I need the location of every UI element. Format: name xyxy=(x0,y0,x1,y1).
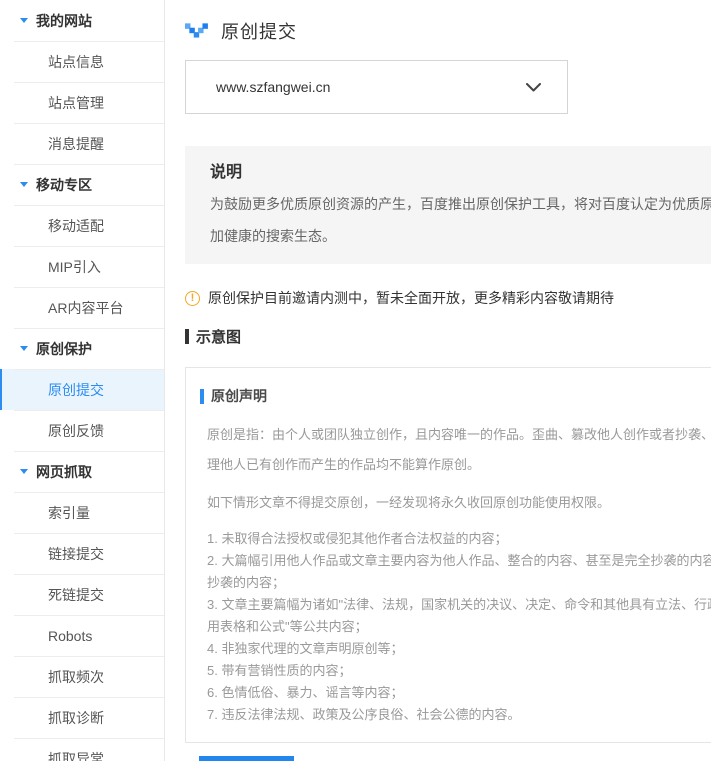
sidebar-label: 链接提交 xyxy=(48,544,104,564)
caret-down-icon xyxy=(20,469,28,474)
sidebar-section-11[interactable]: 网页抓取 xyxy=(0,451,164,492)
sidebar-item-7[interactable]: AR内容平台 xyxy=(0,287,164,328)
explanation-line: 加健康的搜索生态。 xyxy=(210,220,711,252)
invite-notice-text: 原创保护目前邀请内测中，暂未全面开放，更多精彩内容敬请期待 xyxy=(208,288,614,308)
demo-rule-line: 6. 色情低俗、暴力、谣言等内容； xyxy=(207,682,711,704)
sidebar-item-13[interactable]: 链接提交 xyxy=(0,533,164,574)
sidebar-label: AR内容平台 xyxy=(48,298,123,318)
sidebar-label: 站点信息 xyxy=(48,52,104,72)
sidebar-label: 消息提醒 xyxy=(48,134,104,154)
sidebar-item-15[interactable]: Robots xyxy=(0,615,164,656)
sidebar-item-6[interactable]: MIP引入 xyxy=(0,246,164,287)
sidebar-item-10[interactable]: 原创反馈 xyxy=(0,410,164,451)
demo-intro-line: 理他人已有创作而产生的作品均不能算作原创。 xyxy=(207,450,711,480)
demo-rule-line: 1. 未取得合法授权或侵犯其他作者合法权益的内容； xyxy=(207,528,711,550)
sidebar-section-0[interactable]: 我的网站 xyxy=(0,0,164,41)
sidebar-label: 我的网站 xyxy=(36,11,92,31)
demo-rule-line: 7. 违反法律法规、政策及公序良俗、社会公德的内容。 xyxy=(207,704,711,726)
invite-notice: ! 原创保护目前邀请内测中，暂未全面开放，更多精彩内容敬请期待 xyxy=(185,288,711,308)
baidu-v-logo-icon xyxy=(185,23,209,39)
sidebar-item-18[interactable]: 抓取异常 xyxy=(0,738,164,761)
sidebar-label: 移动适配 xyxy=(48,216,104,236)
sidebar-section-4[interactable]: 移动专区 xyxy=(0,164,164,205)
sidebar-label: 原创保护 xyxy=(36,339,92,359)
explanation-title: 说明 xyxy=(210,162,711,184)
caret-down-icon xyxy=(20,18,28,23)
sidebar-item-3[interactable]: 消息提醒 xyxy=(0,123,164,164)
demo-rule-line: 2. 大篇幅引用他人作品或文章主要内容为他人作品、整合的内容、甚至是完全抄袭的内… xyxy=(207,550,711,572)
sidebar-label: 抓取频次 xyxy=(48,667,104,687)
sidebar-item-16[interactable]: 抓取频次 xyxy=(0,656,164,697)
confirm-button[interactable]: 确认 xyxy=(199,756,294,761)
original-declaration-box: 原创声明 原创是指：由个人或团队独立创作，且内容唯一的作品。歪曲、篡改他人创作或… xyxy=(185,367,711,743)
page-title: 原创提交 xyxy=(221,18,297,44)
sidebar-label: 移动专区 xyxy=(36,175,92,195)
schematic-section-header: 示意图 xyxy=(185,326,711,347)
sidebar-item-5[interactable]: 移动适配 xyxy=(0,205,164,246)
sidebar-item-17[interactable]: 抓取诊断 xyxy=(0,697,164,738)
caret-down-icon xyxy=(20,182,28,187)
chevron-down-icon xyxy=(526,83,541,92)
sidebar-label: 站点管理 xyxy=(48,93,104,113)
warning-exclamation-icon: ! xyxy=(185,291,200,306)
explanation-box: 说明 为鼓励更多优质原创资源的产生，百度推出原创保护工具，将对百度认定为优质原创… xyxy=(185,146,711,264)
demo-rule-line: 5. 带有营销性质的内容； xyxy=(207,660,711,682)
sidebar-nav: 我的网站站点信息站点管理消息提醒移动专区移动适配 MIP引入 AR内容平台原创保护原… xyxy=(0,0,164,761)
schematic-section-title: 示意图 xyxy=(196,326,241,347)
sidebar-label: Robots xyxy=(48,628,92,644)
sidebar-label: MIP引入 xyxy=(48,257,101,277)
caret-down-icon xyxy=(20,346,28,351)
sidebar-item-2[interactable]: 站点管理 xyxy=(0,82,164,123)
sidebar-item-9[interactable]: 原创提交 xyxy=(0,369,164,410)
sidebar-section-8[interactable]: 原创保护 xyxy=(0,328,164,369)
declaration-marker-bar xyxy=(200,389,204,404)
sidebar-label: 抓取诊断 xyxy=(48,708,104,728)
declaration-header: 原创声明 xyxy=(200,386,711,406)
sidebar-label: 原创反馈 xyxy=(48,421,104,441)
page-header: 原创提交 xyxy=(185,18,711,44)
sidebar-label: 原创提交 xyxy=(48,380,104,400)
sidebar: 我的网站站点信息站点管理消息提醒移动专区移动适配 MIP引入 AR内容平台原创保护原… xyxy=(0,0,165,761)
sidebar-label: 死链提交 xyxy=(48,585,104,605)
explanation-line: 为鼓励更多优质原创资源的产生，百度推出原创保护工具，将对百度认定为优质原创的资 xyxy=(210,188,711,220)
notice-lines: 为鼓励更多优质原创资源的产生，百度推出原创保护工具，将对百度认定为优质原创的资加… xyxy=(210,188,711,252)
sidebar-item-1[interactable]: 站点信息 xyxy=(0,41,164,82)
sidebar-label: 网页抓取 xyxy=(36,462,92,482)
demo-warning-line: 如下情形文章不得提交原创，一经发现将永久收回原创功能使用权限。 xyxy=(207,488,711,518)
declaration-title: 原创声明 xyxy=(211,386,267,406)
demo-intro-line: 原创是指：由个人或团队独立创作，且内容唯一的作品。歪曲、篡改他人创作或者抄袭、剽… xyxy=(207,420,711,450)
sidebar-label: 抓取异常 xyxy=(48,749,104,761)
demo-rule-line: 用表格和公式"等公共内容； xyxy=(207,616,711,638)
sidebar-item-12[interactable]: 索引量 xyxy=(0,492,164,533)
site-selector-value: www.szfangwei.cn xyxy=(216,79,330,95)
main-content: 原创提交 www.szfangwei.cn 说明 为鼓励更多优质原创资源的产生，… xyxy=(185,0,711,761)
sidebar-item-14[interactable]: 死链提交 xyxy=(0,574,164,615)
sidebar-label: 索引量 xyxy=(48,503,90,523)
demo-rule-line: 抄袭的内容； xyxy=(207,572,711,594)
demo-rule-line: 4. 非独家代理的文章声明原创等； xyxy=(207,638,711,660)
section-marker-bar xyxy=(185,329,189,344)
demo-rule-line: 3. 文章主要篇幅为诸如"法律、法规，国家机关的决议、决定、命令和其他具有立法、… xyxy=(207,594,711,616)
demo-intro-lines: 原创是指：由个人或团队独立创作，且内容唯一的作品。歪曲、篡改他人创作或者抄袭、剽… xyxy=(200,420,711,480)
demo-rule-lines: 1. 未取得合法授权或侵犯其他作者合法权益的内容；2. 大篇幅引用他人作品或文章… xyxy=(200,528,711,726)
site-selector-dropdown[interactable]: www.szfangwei.cn xyxy=(185,60,568,114)
